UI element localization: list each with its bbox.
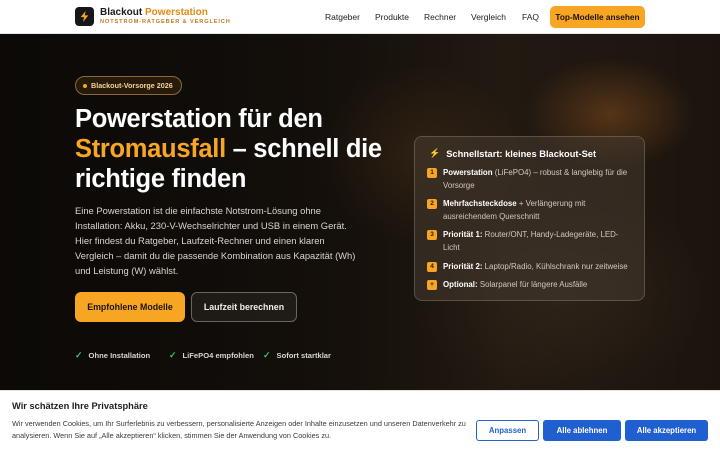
step-number: 4 — [427, 262, 437, 272]
cookie-title: Wir schätzen Ihre Privatsphäre — [12, 401, 148, 411]
cookie-text: Wir verwenden Cookies, um Ihr Surferlebn… — [12, 419, 466, 440]
site-header: Blackout Powerstation NOTSTROM-RATGEBER … — [0, 0, 720, 34]
list-item: 1 Powerstation (LiFePO4) – robust & lang… — [427, 167, 635, 192]
list-item: 4 Priorität 2: Laptop/Radio, Kühlschrank… — [427, 261, 635, 274]
brand[interactable]: Blackout Powerstation NOTSTROM-RATGEBER … — [100, 7, 231, 25]
check-icon: ✓ — [75, 350, 83, 360]
quickstart-title: ⚡ Schnellstart: kleines Blackout-Set — [429, 148, 597, 159]
check-icon: ✓ — [263, 350, 271, 360]
bolt-icon: ⚡ — [429, 148, 441, 158]
cookie-adjust-button[interactable]: Anpassen — [476, 420, 539, 441]
feature-item: ✓ Sofort startklar — [263, 350, 331, 360]
bolt-icon — [80, 11, 89, 22]
step-number: + — [427, 280, 437, 290]
recommended-models-button[interactable]: Empfohlene Modelle — [75, 292, 185, 322]
badge-dot-icon — [83, 84, 87, 88]
page-title: Powerstation für den Stromausfall – schne… — [75, 105, 382, 193]
brand-tagline: NOTSTROM-RATGEBER & VERGLEICH — [100, 19, 231, 25]
nav-rechner[interactable]: Rechner — [424, 12, 456, 22]
list-item: 2 Mehrfachsteckdose + Verlängerung mit a… — [427, 198, 635, 223]
quickstart-card: ⚡ Schnellstart: kleines Blackout-Set 1 Po… — [414, 136, 645, 301]
logo[interactable] — [75, 7, 94, 26]
year-badge: Blackout-Vorsorge 2026 — [75, 76, 182, 95]
feature-item: ✓ LiFePO4 empfohlen — [169, 350, 254, 360]
brand-name: Blackout Powerstation — [100, 7, 208, 18]
nav-vergleich[interactable]: Vergleich — [471, 12, 506, 22]
check-icon: ✓ — [169, 350, 177, 360]
nav-produkte[interactable]: Produkte — [375, 12, 409, 22]
feature-item: ✓ Ohne Installation — [75, 350, 151, 360]
nav-faq[interactable]: FAQ — [522, 12, 539, 22]
step-number: 2 — [427, 199, 437, 209]
cookie-banner: Wir schätzen Ihre Privatsphäre Wir verwe… — [0, 390, 720, 450]
cookie-accept-button[interactable]: Alle akzeptieren — [625, 420, 708, 441]
list-item: 3 Priorität 1: Router/ONT, Handy-Ladeger… — [427, 229, 635, 254]
top-models-button[interactable]: Top-Modelle ansehen — [550, 6, 645, 28]
step-number: 3 — [427, 230, 437, 240]
step-number: 1 — [427, 168, 437, 178]
cookie-reject-button[interactable]: Alle ablehnen — [543, 420, 621, 441]
nav-ratgeber[interactable]: Ratgeber — [325, 12, 360, 22]
badge-label: Blackout-Vorsorge 2026 — [91, 81, 173, 90]
hero-intro: Eine Powerstation ist die einfachste Not… — [75, 205, 356, 276]
list-item: + Optional: Solarpanel für längere Ausfä… — [427, 279, 635, 292]
runtime-calculator-button[interactable]: Laufzeit berechnen — [191, 292, 297, 322]
